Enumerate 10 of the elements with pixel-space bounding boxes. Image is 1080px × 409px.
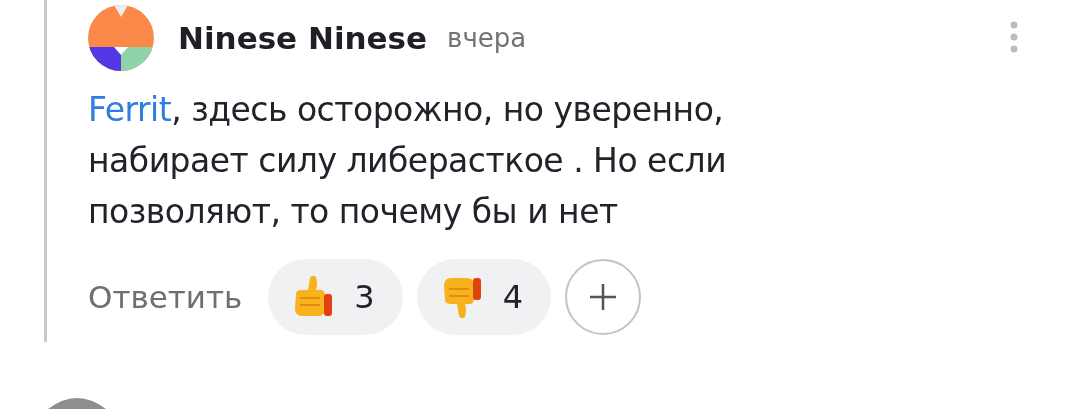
reaction-button[interactable]: 4 [416, 259, 552, 335]
author-name[interactable]: Ninese Ninese [178, 20, 428, 56]
mention-link[interactable]: Ferrit [88, 90, 172, 129]
comment-time: вчера [447, 23, 527, 53]
more-menu-icon[interactable] [1008, 20, 1020, 54]
plus-icon [589, 283, 618, 311]
comment-text: Ferrit, здесь осторожно, но уверенно, набирает силу либерасткое . Но если позволяют, то почему бы и нет [88, 89, 728, 233]
reaction-button[interactable]: 3 [268, 259, 403, 335]
avatar-icon [48, 398, 106, 409]
reply-button[interactable]: Ответить [88, 279, 243, 315]
